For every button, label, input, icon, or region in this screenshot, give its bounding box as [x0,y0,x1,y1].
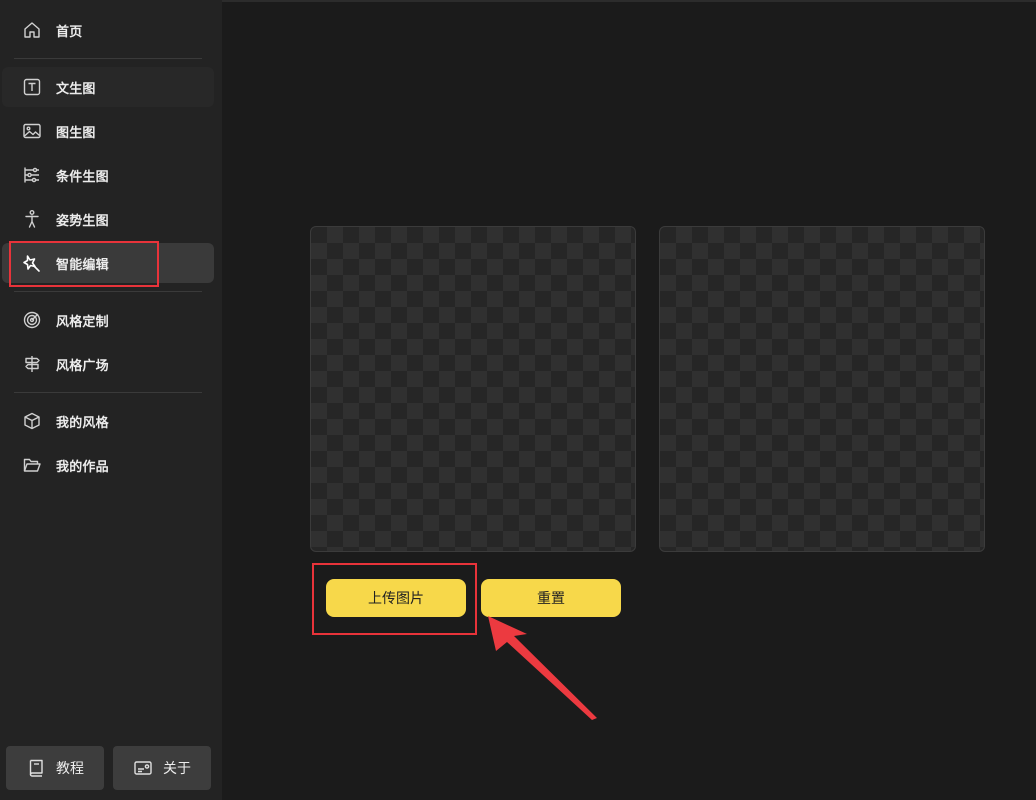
sidebar-item-text-to-image[interactable]: 文生图 [2,67,214,107]
about-button[interactable]: 关于 [113,746,211,790]
result-image-canvas [659,226,985,552]
sidebar-item-label: 姿势生图 [56,213,109,229]
about-label: 关于 [163,761,191,777]
home-icon [22,20,42,40]
signpost-icon [22,354,42,374]
sliders-icon [22,165,42,185]
sidebar-item-label: 图生图 [56,125,96,141]
tutorial-label: 教程 [56,761,84,777]
annotation-arrow [488,616,597,720]
sidebar-item-label: 首页 [56,24,83,40]
target-icon [22,310,42,330]
sidebar-item-my-works[interactable]: 我的作品 [2,445,214,485]
sidebar-item-my-styles[interactable]: 我的风格 [2,401,214,441]
sidebar-item-smart-edit[interactable]: 智能编辑 [2,243,214,283]
upload-image-button[interactable]: 上传图片 [326,579,466,617]
sidebar-item-label: 条件生图 [56,169,109,185]
image-icon [22,121,42,141]
sidebar-item-label: 风格广场 [56,358,109,374]
sidebar-item-style-square[interactable]: 风格广场 [2,344,214,384]
magic-wand-icon [22,253,42,273]
sidebar-item-label: 风格定制 [56,314,109,330]
sidebar-item-conditional-image[interactable]: 条件生图 [2,155,214,195]
book-icon [26,758,46,778]
sidebar-item-label: 文生图 [56,81,96,97]
sidebar-item-pose-image[interactable]: 姿势生图 [2,199,214,239]
sidebar-item-image-to-image[interactable]: 图生图 [2,111,214,151]
sidebar: 首页 文生图 图生图 条件生图 姿势生图 智能编辑 风格定制 风格广场 我的风格… [0,0,222,800]
folder-open-icon [22,455,42,475]
source-image-canvas[interactable] [310,226,636,552]
sidebar-item-home[interactable]: 首页 [2,10,214,50]
sidebar-item-label: 智能编辑 [56,257,109,273]
cube-icon [22,411,42,431]
pose-figure-icon [22,209,42,229]
reset-button[interactable]: 重置 [481,579,621,617]
sidebar-item-label: 我的作品 [56,459,109,475]
sidebar-divider [14,291,202,292]
sidebar-item-style-custom[interactable]: 风格定制 [2,300,214,340]
tutorial-button[interactable]: 教程 [6,746,104,790]
info-card-icon [133,758,153,778]
sidebar-divider [14,58,202,59]
sidebar-divider [14,392,202,393]
text-box-icon [22,77,42,97]
sidebar-item-label: 我的风格 [56,415,109,431]
